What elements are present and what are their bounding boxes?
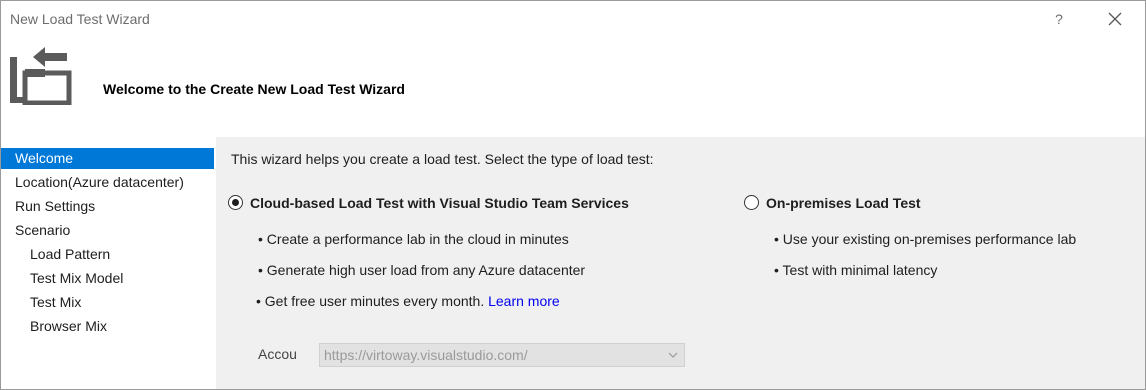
nav-item-label: Welcome	[15, 150, 74, 166]
nav-item-run-settings[interactable]: Run Settings	[1, 196, 214, 217]
cloud-load-test-radio[interactable]	[228, 195, 243, 210]
chevron-down-icon	[668, 352, 678, 358]
nav-item-test-mix[interactable]: Test Mix	[1, 292, 214, 313]
account-label: Accou	[258, 346, 297, 362]
account-dropdown[interactable]: https://virtoway.visualstudio.com/	[319, 343, 685, 367]
nav-item-label: Browser Mix	[30, 318, 108, 334]
onprem-bullet: • Test with minimal latency	[774, 262, 938, 278]
cloud-bullet-text: • Get free user minutes every month.	[256, 293, 485, 309]
onprem-bullet: • Use your existing on-premises performa…	[774, 231, 1077, 247]
account-dropdown-value: https://virtoway.visualstudio.com/	[324, 347, 528, 363]
title-bar: New Load Test Wizard ?	[1, 1, 1145, 37]
nav-item-label: Location(Azure datacenter)	[15, 174, 184, 190]
nav-item-label: Test Mix	[30, 294, 82, 310]
wizard-header: Welcome to the Create New Load Test Wiza…	[1, 37, 1145, 137]
learn-more-link[interactable]: Learn more	[488, 293, 560, 309]
nav-item-welcome[interactable]: Welcome	[1, 148, 214, 169]
nav-item-label: Load Pattern	[30, 246, 111, 262]
onprem-load-test-label[interactable]: On-premises Load Test	[766, 195, 921, 211]
onprem-load-test-radio[interactable]	[744, 195, 759, 210]
intro-text: This wizard helps you create a load test…	[231, 151, 654, 167]
close-button[interactable]	[1104, 8, 1126, 30]
nav-item-browser-mix[interactable]: Browser Mix	[1, 316, 214, 337]
help-button[interactable]: ?	[1051, 8, 1067, 30]
cloud-bullet: • Create a performance lab in the cloud …	[258, 231, 569, 247]
close-icon	[1108, 12, 1122, 26]
nav-item-label: Run Settings	[15, 198, 96, 214]
wizard-content: This wizard helps you create a load test…	[216, 137, 1145, 389]
nav-item-label: Scenario	[15, 222, 71, 238]
cloud-load-test-label[interactable]: Cloud-based Load Test with Visual Studio…	[250, 195, 629, 211]
nav-item-scenario[interactable]: Scenario	[1, 220, 214, 241]
load-test-wizard-icon	[10, 47, 72, 105]
cloud-bullet: • Get free user minutes every month. Lea…	[256, 293, 560, 309]
nav-item-load-pattern[interactable]: Load Pattern	[1, 244, 214, 265]
nav-item-location[interactable]: Location(Azure datacenter)	[1, 172, 214, 193]
nav-item-label: Test Mix Model	[30, 270, 124, 286]
cloud-bullet: • Generate high user load from any Azure…	[258, 262, 586, 278]
window-title: New Load Test Wizard	[10, 11, 150, 27]
wizard-title: Welcome to the Create New Load Test Wiza…	[103, 81, 405, 97]
nav-item-test-mix-model[interactable]: Test Mix Model	[1, 268, 214, 289]
wizard-nav: Welcome Location(Azure datacenter) Run S…	[1, 137, 216, 389]
